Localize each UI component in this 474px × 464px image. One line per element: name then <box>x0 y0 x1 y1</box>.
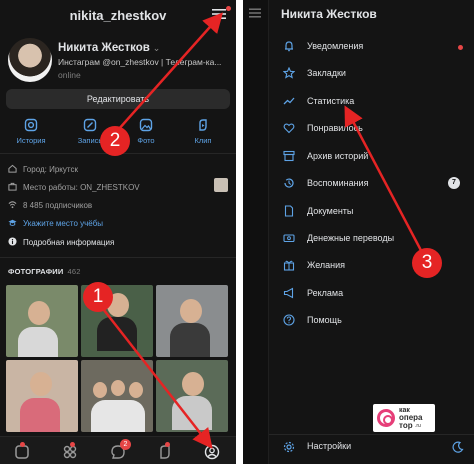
gear-icon[interactable] <box>283 441 295 453</box>
step-number-2: 2 <box>100 126 130 156</box>
menu-icon[interactable] <box>212 8 226 20</box>
photo-thumbnail[interactable] <box>6 360 78 432</box>
bottom-tab-bar: 2 <box>0 436 236 464</box>
home-notification-dot <box>20 442 25 447</box>
money-icon <box>283 234 295 243</box>
photos-count: 462 <box>67 267 81 276</box>
star-icon <box>283 67 295 79</box>
menu-icon[interactable] <box>249 8 261 18</box>
profile-screen: nikita_zhestkov Никита Жестков ⌄ Инстагра… <box>0 0 236 464</box>
panel-gap <box>236 0 243 464</box>
clip-icon <box>199 119 207 131</box>
menu-item-notifications[interactable]: Уведомления <box>283 35 463 57</box>
menu-item-liked[interactable]: Понравилось <box>283 117 463 139</box>
history-icon <box>284 178 294 188</box>
menu-item-memories[interactable]: Воспоминания 7 <box>283 172 463 194</box>
bell-icon <box>285 41 293 52</box>
menu-item-statistics[interactable]: Статистика <box>283 90 463 112</box>
menu-notification-dot <box>226 6 231 11</box>
online-status: online <box>58 70 81 80</box>
clip-action[interactable]: Клип <box>185 118 221 145</box>
dimmed-profile-edge[interactable] <box>243 0 269 464</box>
profile-tab-icon[interactable] <box>204 444 220 460</box>
profile-username: nikita_zhestkov <box>69 8 167 23</box>
menu-item-bookmarks[interactable]: Закладки <box>283 62 463 84</box>
profile-name[interactable]: Никита Жестков ⌄ <box>58 42 160 54</box>
work-info: Место работы: ON_ZHESTKOV <box>8 182 140 192</box>
pencil-icon <box>83 118 97 132</box>
work-thumbnail[interactable] <box>214 178 228 192</box>
wishlist-icon <box>283 260 295 271</box>
step-number-1: 1 <box>83 282 113 312</box>
menu-item-documents[interactable]: Документы <box>283 200 463 222</box>
avatar[interactable] <box>8 38 52 82</box>
megaphone-icon <box>283 287 294 299</box>
menu-footer <box>269 434 474 464</box>
step-number-3: 3 <box>412 248 442 278</box>
menu-item-help[interactable]: Помощь <box>283 309 463 331</box>
wifi-icon <box>8 201 17 209</box>
menu-item-money-transfers[interactable]: Денежные переводы <box>283 227 463 249</box>
profile-status: Инстаграм @on_zhestkov | Телеграм-ка... <box>58 57 222 67</box>
stats-icon <box>283 97 295 105</box>
details-link[interactable]: Подробная информация <box>8 237 114 247</box>
followers-info[interactable]: 8 485 подписчиков <box>8 200 92 210</box>
story-label: История <box>16 136 46 145</box>
photos-section-title[interactable]: ФОТОГРАФИИ 462 <box>8 267 81 276</box>
help-icon <box>283 314 295 326</box>
photo-thumbnail[interactable] <box>156 285 228 357</box>
settings-button[interactable]: Настройки <box>307 441 351 451</box>
side-menu-screen: Никита Жестков Уведомления Закладки Стат… <box>243 0 474 464</box>
camera-icon <box>24 118 38 132</box>
photo-action[interactable]: Фото <box>128 118 164 145</box>
services-notification-dot <box>70 442 75 447</box>
clips-notification-dot <box>165 442 170 447</box>
home-icon <box>8 164 17 173</box>
chevron-down-icon: ⌄ <box>152 43 161 53</box>
memories-badge: 7 <box>448 177 460 189</box>
heart-icon <box>283 123 295 134</box>
city-info: Город: Иркутск <box>8 164 78 174</box>
divider <box>0 257 236 258</box>
notifications-dot <box>458 45 463 50</box>
post-label: Запись <box>77 136 103 145</box>
photo-thumbnail[interactable] <box>81 360 153 432</box>
info-icon <box>8 237 17 246</box>
edit-profile-button[interactable]: Редактировать <box>6 89 230 109</box>
menu-item-stories-archive[interactable]: Архив историй <box>283 145 463 167</box>
messages-badge: 2 <box>120 439 131 450</box>
document-icon <box>284 205 294 217</box>
image-icon <box>139 118 153 132</box>
story-action[interactable]: История <box>13 118 49 145</box>
graduation-cap-icon <box>8 219 17 226</box>
menu-item-advertising[interactable]: Реклама <box>283 282 463 304</box>
archive-icon <box>283 150 295 162</box>
kakoperator-logo: как опера тор .ru <box>373 404 435 432</box>
moon-icon[interactable] <box>452 441 464 453</box>
study-link[interactable]: Укажите место учёбы <box>8 218 103 228</box>
menu-title: Никита Жестков <box>281 7 377 21</box>
briefcase-icon <box>8 182 17 191</box>
photo-thumbnail[interactable] <box>6 285 78 357</box>
clip-label: Клип <box>194 136 212 145</box>
photo-label: Фото <box>137 136 155 145</box>
photo-thumbnail[interactable] <box>156 360 228 432</box>
